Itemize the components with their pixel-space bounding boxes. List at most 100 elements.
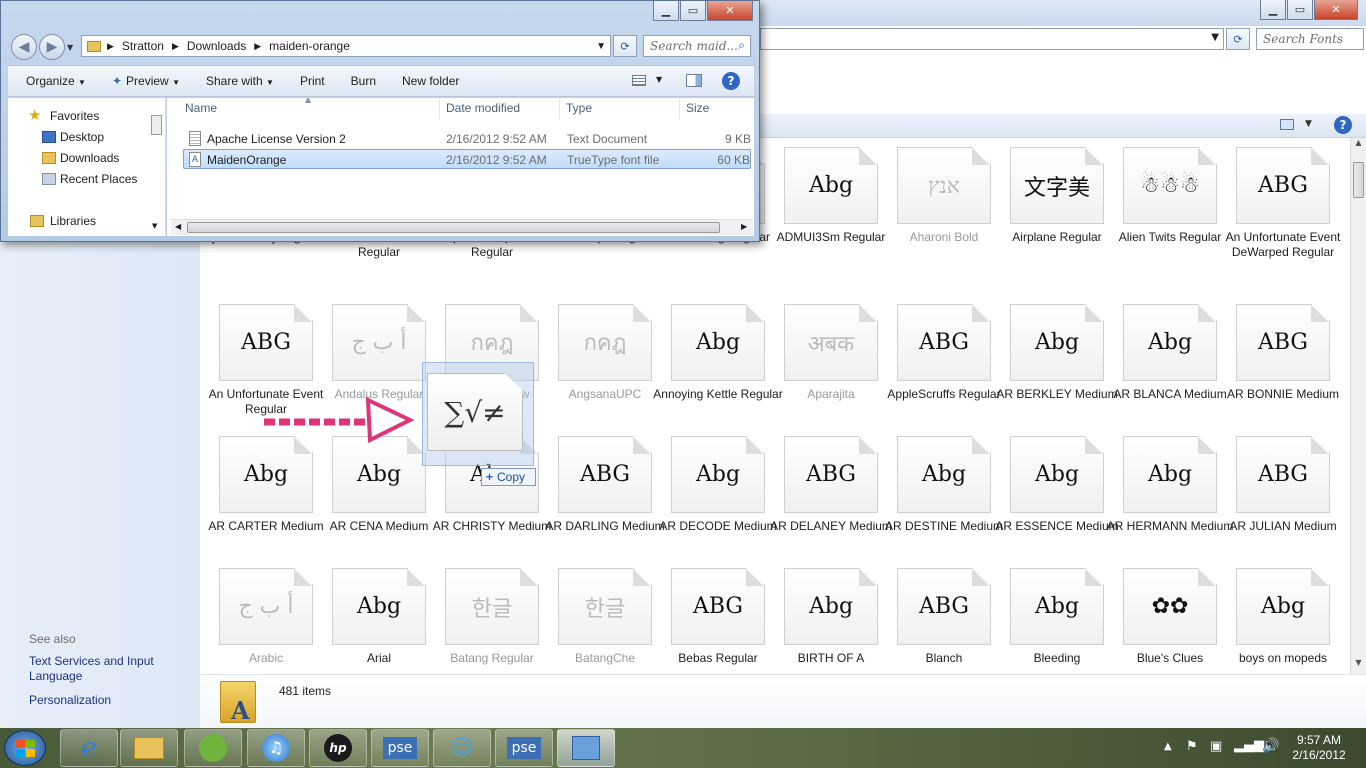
nav-desktop[interactable]: Desktop xyxy=(42,130,104,144)
link-personalization[interactable]: Personalization xyxy=(29,693,111,707)
font-tile[interactable]: ☃☃☃ Alien Twits Regular xyxy=(1104,138,1221,260)
column-type[interactable]: Type xyxy=(566,101,592,115)
font-tile[interactable]: 한글 BatangChe xyxy=(539,549,652,674)
breadcrumb-maiden-orange[interactable]: maiden-orange xyxy=(269,39,350,53)
breadcrumb-downloads[interactable]: Downloads xyxy=(187,39,246,53)
preview-button[interactable]: Preview ▼ xyxy=(126,74,180,88)
back-button[interactable]: ◀ xyxy=(11,34,37,60)
font-tile[interactable]: ✿✿ Blue's Clues xyxy=(1104,549,1217,674)
column-divider[interactable] xyxy=(559,98,560,120)
font-tile[interactable]: ABG Bebas Regular xyxy=(652,549,765,674)
font-tile[interactable]: ABG Blanch xyxy=(878,549,991,674)
search-icon[interactable]: ⌕ xyxy=(738,38,745,53)
fonts-search-input[interactable]: Search Fonts xyxy=(1256,28,1364,50)
fonts-scrollbar[interactable]: ▲ ▼ xyxy=(1350,138,1366,674)
show-hidden-icons[interactable]: ▲ xyxy=(1164,741,1172,752)
font-tile[interactable]: Abg AR DECODE Medium xyxy=(652,417,777,549)
font-tile[interactable]: Abg AR BLANCA Medium xyxy=(1104,285,1227,417)
nav-libraries[interactable]: Libraries xyxy=(30,214,96,228)
font-tile[interactable]: अबक Aparajita xyxy=(765,285,878,417)
nav-downloads[interactable]: Downloads xyxy=(42,151,119,165)
font-tile[interactable]: Abg AR HERMANN Medium xyxy=(1104,417,1233,549)
column-divider[interactable] xyxy=(679,98,680,120)
share-with-button[interactable]: Share with ▼ xyxy=(206,74,274,88)
taskbar-itunes[interactable]: ♫ xyxy=(247,729,305,767)
refresh-icon[interactable]: ⟳ xyxy=(613,35,637,57)
breadcrumb-separator-icon[interactable]: ▶ xyxy=(254,41,261,52)
taskbar-pse-2[interactable]: pse xyxy=(495,729,553,767)
breadcrumb-separator-icon[interactable]: ▶ xyxy=(172,41,179,52)
scroll-left-icon[interactable]: ◀ xyxy=(175,222,181,231)
font-tile[interactable]: ABG An Unfortunate Event DeWarped Regular xyxy=(1217,138,1340,260)
nav-scroll-thumb[interactable] xyxy=(151,115,162,135)
link-text-services[interactable]: Text Services and Input Language xyxy=(29,654,189,684)
view-icon[interactable] xyxy=(1280,119,1294,130)
font-tile[interactable]: กคฎ AngsanaUPC xyxy=(539,285,652,417)
taskbar-pse-1[interactable]: pse xyxy=(371,729,429,767)
help-icon[interactable]: ? xyxy=(722,72,740,90)
font-tile[interactable]: 한글 Batang Regular xyxy=(426,549,539,674)
font-tile[interactable]: ABG AR BONNIE Medium xyxy=(1217,285,1339,417)
scroll-thumb[interactable] xyxy=(1353,162,1364,198)
taskbar-hp[interactable]: hp xyxy=(309,729,367,767)
nav-recent-places[interactable]: Recent Places xyxy=(42,172,137,186)
font-tile[interactable]: ABG AR DELANEY Medium xyxy=(765,417,892,549)
minimize-button[interactable]: ▁ xyxy=(653,1,679,21)
font-tile[interactable]: Abg boys on mopeds xyxy=(1217,549,1330,674)
maximize-button[interactable]: ▭ xyxy=(1287,0,1313,20)
font-tile[interactable]: Abg Arial xyxy=(313,549,426,674)
breadcrumb-stratton[interactable]: Stratton xyxy=(122,39,164,53)
font-tile[interactable]: Abg Bleeding xyxy=(991,549,1104,674)
chevron-down-icon[interactable]: ▼ xyxy=(1211,32,1219,43)
font-tile[interactable]: Abg AR ESSENCE Medium xyxy=(991,417,1119,549)
font-tile[interactable]: ABG AR JULIAN Medium xyxy=(1217,417,1337,549)
font-tile[interactable]: Abg BIRTH OF A xyxy=(765,549,878,674)
close-button[interactable]: ✕ xyxy=(1314,0,1358,20)
taskbar-spotify[interactable] xyxy=(184,729,242,767)
taskbar-ie[interactable]: e xyxy=(60,729,118,767)
close-button[interactable]: ✕ xyxy=(707,1,753,21)
scroll-up-icon[interactable]: ▲ xyxy=(1352,138,1365,154)
column-date-modified[interactable]: Date modified xyxy=(446,101,520,115)
font-tile[interactable]: ABG AppleScruffs Regular xyxy=(878,285,1001,417)
maximize-button[interactable]: ▭ xyxy=(680,1,706,21)
views-dropdown-icon[interactable]: ▼ xyxy=(656,75,662,84)
file-row[interactable]: Apache License Version 2 2/16/2012 9:52 … xyxy=(183,129,751,149)
organize-button[interactable]: Organize ▼ xyxy=(26,74,86,88)
device-icon[interactable]: ▣ xyxy=(1210,739,1222,754)
column-size[interactable]: Size xyxy=(686,101,709,115)
scroll-down-icon[interactable]: ▼ xyxy=(152,222,157,230)
font-tile[interactable]: أ ب ج Arabic xyxy=(200,549,313,674)
nav-favorites[interactable]: ★ Favorites xyxy=(28,107,99,124)
column-divider[interactable] xyxy=(439,98,440,120)
recent-pages-icon[interactable]: ▼ xyxy=(67,43,73,52)
explorer-address-bar[interactable]: ▶ Stratton ▶ Downloads ▶ maiden-orange ▼ xyxy=(81,35,611,57)
burn-button[interactable]: Burn xyxy=(351,74,376,88)
font-tile[interactable]: Abg AR DESTINE Medium xyxy=(878,417,1003,549)
preview-pane-icon[interactable] xyxy=(686,74,702,87)
help-icon[interactable]: ? xyxy=(1334,116,1352,134)
font-tile[interactable]: אנץ Aharoni Bold xyxy=(878,138,991,260)
action-center-icon[interactable]: ⚑ xyxy=(1186,739,1198,754)
file-row-selected[interactable]: A MaidenOrange 2/16/2012 9:52 AM TrueTyp… xyxy=(183,149,751,169)
scroll-down-icon[interactable]: ▼ xyxy=(1352,658,1365,674)
views-icon[interactable] xyxy=(632,75,646,86)
clock[interactable]: 9:57 AM 2/16/2012 xyxy=(1280,733,1358,763)
fonts-address-bar[interactable]: ▼ xyxy=(760,28,1224,50)
chevron-down-icon[interactable]: ▼ xyxy=(596,41,606,52)
font-tile[interactable]: Abg ADMUI3Sm Regular xyxy=(765,138,885,260)
refresh-icon[interactable]: ⟳ xyxy=(1226,28,1250,50)
font-tile[interactable]: ABG AR DARLING Medium xyxy=(539,417,665,549)
scroll-thumb[interactable] xyxy=(187,222,720,233)
start-button[interactable] xyxy=(4,730,46,766)
column-name[interactable]: Name xyxy=(185,101,217,115)
forward-button[interactable]: ▶ xyxy=(39,34,65,60)
taskbar-explorer[interactable] xyxy=(120,729,178,767)
horizontal-scrollbar[interactable]: ◀ ▶ xyxy=(171,219,753,235)
taskbar-control-panel[interactable] xyxy=(557,729,615,767)
minimize-button[interactable]: ▁ xyxy=(1260,0,1286,20)
font-tile[interactable]: Abg Annoying Kettle Regular xyxy=(652,285,783,417)
print-button[interactable]: Print xyxy=(300,74,325,88)
scroll-right-icon[interactable]: ▶ xyxy=(741,222,747,231)
font-tile[interactable]: Abg AR BERKLEY Medium xyxy=(991,285,1118,417)
